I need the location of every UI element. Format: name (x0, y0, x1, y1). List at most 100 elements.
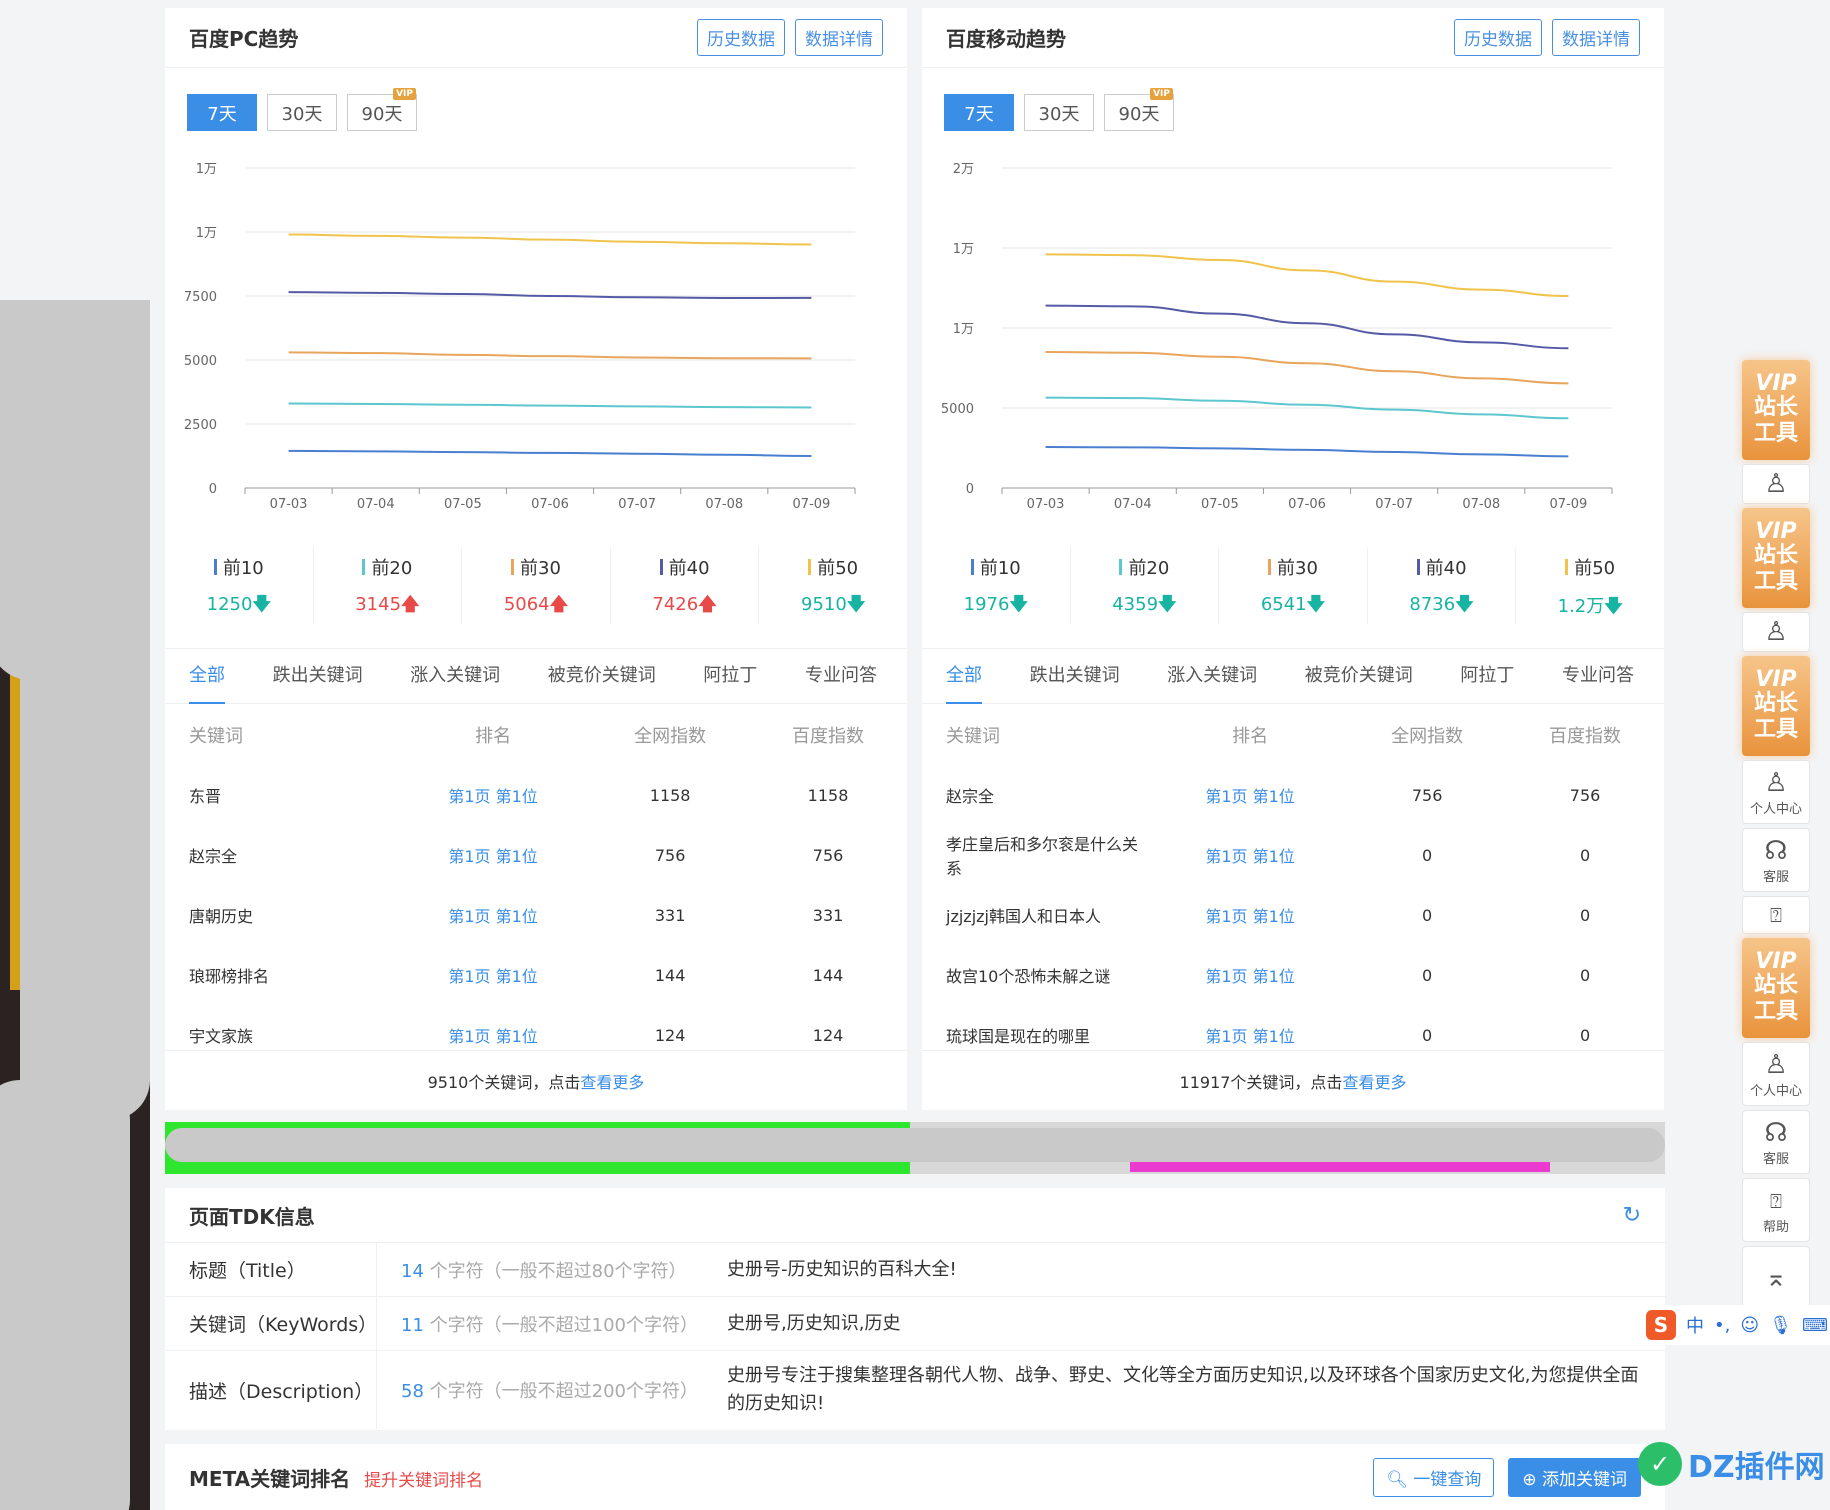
ad-banner[interactable] (165, 1122, 1665, 1174)
help-icon: ⍰ (1770, 1188, 1782, 1213)
pc-detail-button[interactable]: 数据详情 (795, 19, 883, 56)
vip-badge: VIP (1150, 88, 1173, 100)
keyword-tab[interactable]: 跌出关键词 (1030, 648, 1120, 704)
stat-label: 前10 (922, 554, 1070, 580)
rank-cell[interactable]: 第1页 第1位 (395, 765, 591, 825)
vip-tools-button[interactable]: VIP 站长 工具 (1742, 938, 1810, 1038)
meta-subtitle[interactable]: 提升关键词排名 (364, 1471, 483, 1491)
y-tick-label: 2万 (953, 162, 974, 177)
refresh-icon[interactable]: ↻ (1623, 1203, 1641, 1228)
pc-history-button[interactable]: 历史数据 (697, 19, 785, 56)
vip-label: VIP (1755, 519, 1797, 544)
stat-label: 前30 (1219, 554, 1367, 580)
mobile-detail-button[interactable]: 数据详情 (1552, 19, 1640, 56)
stat-label: 前40 (611, 554, 759, 580)
arrow-up-icon: ⌅ (1765, 1263, 1787, 1293)
customer-service-button[interactable]: ☊ 客服 (1742, 828, 1810, 892)
keyword-tab[interactable]: 全部 (946, 648, 982, 704)
rank-cell[interactable]: 第1页 第1位 (1152, 885, 1348, 945)
tdk-row-title: 标题（Title） 14 个字符（一般不超过80个字符） 史册号-历史知识的百科… (165, 1243, 1665, 1297)
table-header: 关键词 排名 全网指数 百度指数 (165, 705, 907, 765)
keyword-tab[interactable]: 专业问答 (805, 648, 877, 704)
back-to-top-button[interactable]: ⌅ (1742, 1246, 1810, 1310)
rank-cell[interactable]: 第1页 第1位 (1152, 765, 1348, 825)
mobile-foot-text: 11917个关键词，点击 (1179, 1072, 1343, 1092)
emoji-icon[interactable]: ☺ (1740, 1315, 1759, 1336)
mobile-history-button[interactable]: 历史数据 (1454, 19, 1542, 56)
x-tick-label: 07-06 (1288, 497, 1326, 512)
keyword-tab[interactable]: 专业问答 (1562, 648, 1634, 704)
stat-label: 前50 (759, 554, 907, 580)
vip-tools-button[interactable]: VIP 站长 工具 (1742, 508, 1810, 608)
user-icon-button[interactable]: ♙ (1742, 464, 1810, 504)
help-button[interactable]: ⍰ 帮助 (1742, 1178, 1810, 1242)
punctuation-icon[interactable]: •, (1714, 1315, 1730, 1336)
vip-word-1: 站长 (1753, 973, 1798, 998)
user-icon-button[interactable]: ♙ (1742, 612, 1810, 652)
stat-value: 3145🡅 (314, 592, 462, 622)
quick-query-button[interactable]: 🔍︎ 一键查询 (1373, 1457, 1495, 1497)
stat-item: 前50 9510🡇 (759, 548, 907, 624)
tdk-count-text: 个字符（一般不超过80个字符） (423, 1260, 687, 1282)
pc-range-30d[interactable]: 30天 (267, 94, 337, 131)
microphone-icon[interactable]: 🎙︎ (1769, 1315, 1792, 1336)
tdk-count-num: 11 (401, 1314, 424, 1336)
help-icon-button[interactable]: ⍰ (1742, 896, 1810, 934)
x-tick-label: 07-09 (1550, 497, 1588, 512)
pc-trend-title: 百度PC趋势 (189, 27, 299, 51)
mobile-range-7d[interactable]: 7天 (944, 94, 1014, 131)
rank-cell[interactable]: 第1页 第1位 (1152, 825, 1348, 885)
user-center-button[interactable]: ♙ 个人中心 (1742, 760, 1810, 824)
rank-cell[interactable]: 第1页 第1位 (395, 885, 591, 945)
customer-service-button[interactable]: ☊ 客服 (1742, 1110, 1810, 1174)
keyword-tab[interactable]: 被竞价关键词 (1305, 648, 1413, 704)
y-tick-label: 1万 (196, 162, 217, 177)
stat-color-bar (659, 559, 663, 575)
table-row: jzjzjzj韩国人和日本人 第1页 第1位 0 0 (922, 885, 1664, 945)
mobile-range-90d[interactable]: 90天 VIP (1104, 88, 1174, 131)
keyword-cell: 故宫10个恐怖未解之谜 (946, 967, 1111, 986)
pc-view-more-link[interactable]: 查看更多 (580, 1069, 644, 1093)
vip-tools-button[interactable]: VIP 站长 工具 (1742, 360, 1810, 460)
keyword-tab[interactable]: 涨入关键词 (1167, 648, 1257, 704)
pc-keyword-footer: 9510个关键词，点击 查看更多 (165, 1050, 907, 1110)
user-center-label: 个人中心 (1749, 801, 1802, 817)
stat-value: 1250🡇 (165, 592, 313, 622)
keyword-tab[interactable]: 跌出关键词 (273, 648, 363, 704)
keyword-tab[interactable]: 全部 (189, 648, 225, 704)
mobile-keyword-tabs: 全部 跌出关键词 涨入关键词 被竞价关键词 阿拉丁 专业问答 (922, 648, 1664, 704)
add-keyword-button[interactable]: ⊕ 添加关键词 (1508, 1457, 1641, 1497)
ime-toolbar[interactable]: S 中 •, ☺ 🎙︎ ⌨ (1640, 1305, 1830, 1345)
y-tick-label: 5000 (941, 402, 974, 417)
ime-lang[interactable]: 中 (1686, 1312, 1704, 1338)
vip-label: VIP (1755, 371, 1797, 396)
tdk-row-keywords: 关键词（KeyWords） 11 个字符（一般不超过100个字符） 史册号,历史… (165, 1297, 1665, 1351)
vip-tools-button[interactable]: VIP 站长 工具 (1742, 656, 1810, 756)
pc-range-90d[interactable]: 90天 VIP (347, 88, 417, 131)
keyboard-icon[interactable]: ⌨ (1802, 1315, 1828, 1336)
rank-cell[interactable]: 第1页 第1位 (395, 945, 591, 1005)
stat-label: 前30 (462, 554, 610, 580)
stat-label-text: 前20 (371, 558, 413, 579)
stat-number: 4359 (1112, 594, 1159, 615)
y-tick-label: 5000 (184, 354, 217, 369)
keyword-tab[interactable]: 涨入关键词 (410, 648, 500, 704)
vip-label: VIP (1755, 949, 1797, 974)
keyword-tab[interactable]: 阿拉丁 (1460, 648, 1514, 704)
mobile-range-30d[interactable]: 30天 (1024, 94, 1094, 131)
keyword-tab[interactable]: 被竞价关键词 (548, 648, 656, 704)
tdk-count: 14 个字符（一般不超过80个字符） (377, 1257, 727, 1283)
mobile-view-more-link[interactable]: 查看更多 (1342, 1069, 1406, 1093)
rank-cell[interactable]: 第1页 第1位 (395, 825, 591, 885)
index-cell: 1158 (649, 785, 691, 805)
stat-number: 6541 (1260, 594, 1307, 615)
scribbled-region (0, 300, 150, 1510)
pc-range-7d[interactable]: 7天 (187, 94, 257, 131)
index-cell: 0 (1579, 845, 1591, 865)
keyword-tab[interactable]: 阿拉丁 (703, 648, 757, 704)
rank-cell[interactable]: 第1页 第1位 (1152, 945, 1348, 1005)
stat-number: 9510 (801, 594, 847, 615)
meta-keyword-panel: META关键词排名 提升关键词排名 🔍︎ 一键查询 ⊕ 添加关键词 (165, 1444, 1665, 1510)
tdk-count-text: 个字符（一般不超过100个字符） (423, 1314, 698, 1336)
user-center-button[interactable]: ♙ 个人中心 (1742, 1042, 1810, 1106)
